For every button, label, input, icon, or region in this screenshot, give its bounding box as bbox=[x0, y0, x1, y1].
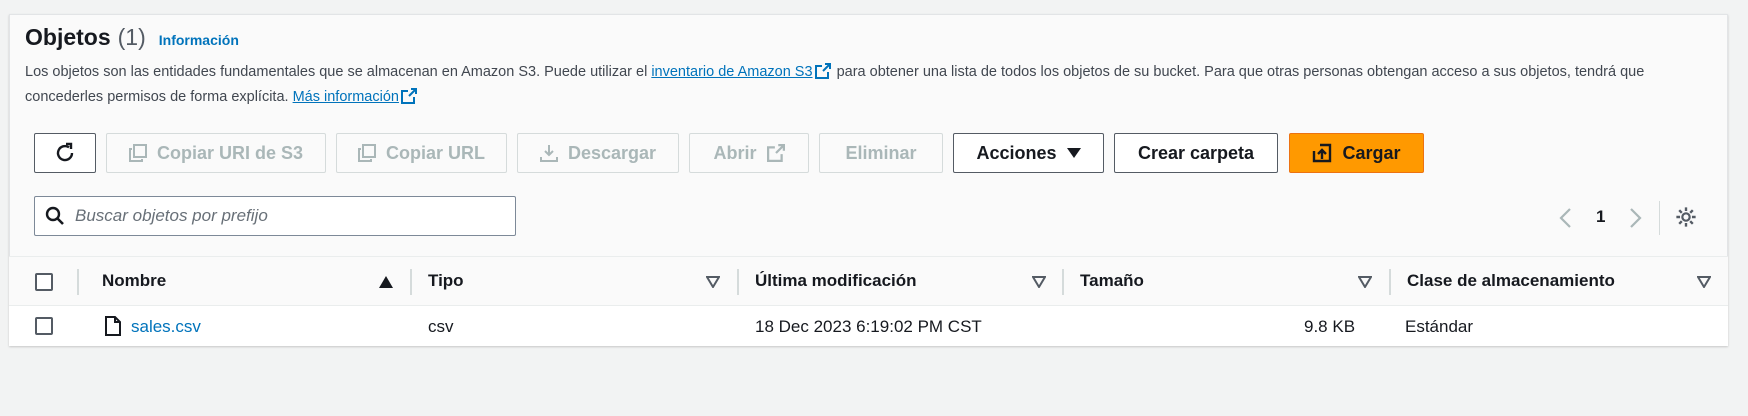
sort-icon[interactable] bbox=[706, 276, 720, 288]
table-header: Nombre Tipo Última modificación Tamaño C… bbox=[9, 256, 1728, 306]
open-button[interactable]: Abrir bbox=[689, 133, 809, 173]
column-divider[interactable] bbox=[737, 269, 739, 295]
file-icon bbox=[105, 316, 121, 336]
table-row[interactable]: sales.csv csv 18 Dec 2023 6:19:02 PM CST… bbox=[9, 306, 1728, 346]
copy-url-button[interactable]: Copiar URL bbox=[336, 133, 507, 173]
objects-table: Nombre Tipo Última modificación Tamaño C… bbox=[9, 256, 1728, 346]
object-count: (1) bbox=[117, 24, 146, 50]
file-type: csv bbox=[428, 317, 454, 336]
download-label: Descargar bbox=[567, 142, 657, 163]
copy-s3-uri-label: Copiar URI de S3 bbox=[156, 142, 304, 163]
copy-url-label: Copiar URL bbox=[386, 142, 485, 163]
page-title: Objetos bbox=[25, 24, 111, 50]
caret-down-icon bbox=[1066, 148, 1081, 158]
column-header-name[interactable]: Nombre bbox=[102, 271, 166, 291]
file-last-modified: 18 Dec 2023 6:19:02 PM CST bbox=[755, 317, 982, 336]
file-storage-class: Estándar bbox=[1405, 317, 1474, 336]
objects-description: Los objetos son las entidades fundamenta… bbox=[25, 60, 1705, 110]
sort-ascending-icon[interactable] bbox=[379, 276, 393, 288]
download-button[interactable]: Descargar bbox=[517, 133, 679, 173]
sort-icon[interactable] bbox=[1032, 276, 1046, 288]
actions-label: Acciones bbox=[976, 142, 1057, 163]
column-divider[interactable] bbox=[410, 269, 412, 295]
delete-button[interactable]: Eliminar bbox=[819, 133, 943, 173]
external-link-icon bbox=[766, 144, 785, 162]
divider bbox=[1659, 201, 1660, 235]
external-link-icon bbox=[814, 63, 831, 79]
column-header-type[interactable]: Tipo bbox=[428, 271, 464, 291]
chevron-left-icon[interactable] bbox=[1558, 207, 1572, 229]
objects-header: Objetos (1) Información bbox=[25, 24, 239, 51]
row-checkbox[interactable] bbox=[35, 317, 53, 335]
gear-icon[interactable] bbox=[1675, 206, 1697, 228]
open-label: Abrir bbox=[713, 142, 757, 163]
search-icon bbox=[45, 206, 64, 225]
copy-icon bbox=[128, 144, 147, 162]
file-size: 9.8 KB bbox=[1304, 317, 1356, 336]
create-folder-label: Crear carpeta bbox=[1137, 142, 1255, 163]
download-icon bbox=[539, 145, 558, 162]
external-link-icon bbox=[400, 88, 417, 104]
file-name-link[interactable]: sales.csv bbox=[131, 317, 201, 337]
upload-button[interactable]: Cargar bbox=[1289, 133, 1424, 173]
sort-icon[interactable] bbox=[1358, 276, 1372, 288]
more-info-link[interactable]: Más información bbox=[293, 89, 399, 105]
inventory-link[interactable]: inventario de Amazon S3 bbox=[651, 64, 812, 80]
refresh-button[interactable] bbox=[34, 133, 96, 173]
actions-dropdown[interactable]: Acciones bbox=[953, 133, 1104, 173]
refresh-icon bbox=[56, 142, 74, 162]
sort-icon[interactable] bbox=[1697, 276, 1711, 288]
page-number[interactable]: 1 bbox=[1596, 207, 1605, 227]
select-all-checkbox[interactable] bbox=[35, 273, 53, 291]
column-header-storage-class[interactable]: Clase de almacenamiento bbox=[1407, 271, 1615, 291]
column-divider[interactable] bbox=[1389, 269, 1391, 295]
search-input[interactable] bbox=[75, 206, 475, 226]
copy-icon bbox=[358, 144, 376, 162]
search-box[interactable] bbox=[34, 196, 516, 236]
copy-s3-uri-button[interactable]: Copiar URI de S3 bbox=[106, 133, 326, 173]
upload-label: Cargar bbox=[1342, 142, 1401, 163]
chevron-right-icon[interactable] bbox=[1629, 207, 1643, 229]
create-folder-button[interactable]: Crear carpeta bbox=[1114, 133, 1278, 173]
column-divider bbox=[77, 269, 79, 295]
delete-label: Eliminar bbox=[845, 142, 917, 163]
description-text-1: Los objetos son las entidades fundamenta… bbox=[25, 64, 648, 80]
upload-icon bbox=[1313, 143, 1332, 163]
description-text-2: para obtener una lista de todos los obje… bbox=[836, 64, 1617, 80]
info-link[interactable]: Información bbox=[159, 32, 239, 48]
column-header-size[interactable]: Tamaño bbox=[1080, 271, 1144, 291]
column-header-last-modified[interactable]: Última modificación bbox=[755, 271, 917, 291]
column-divider[interactable] bbox=[1062, 269, 1064, 295]
